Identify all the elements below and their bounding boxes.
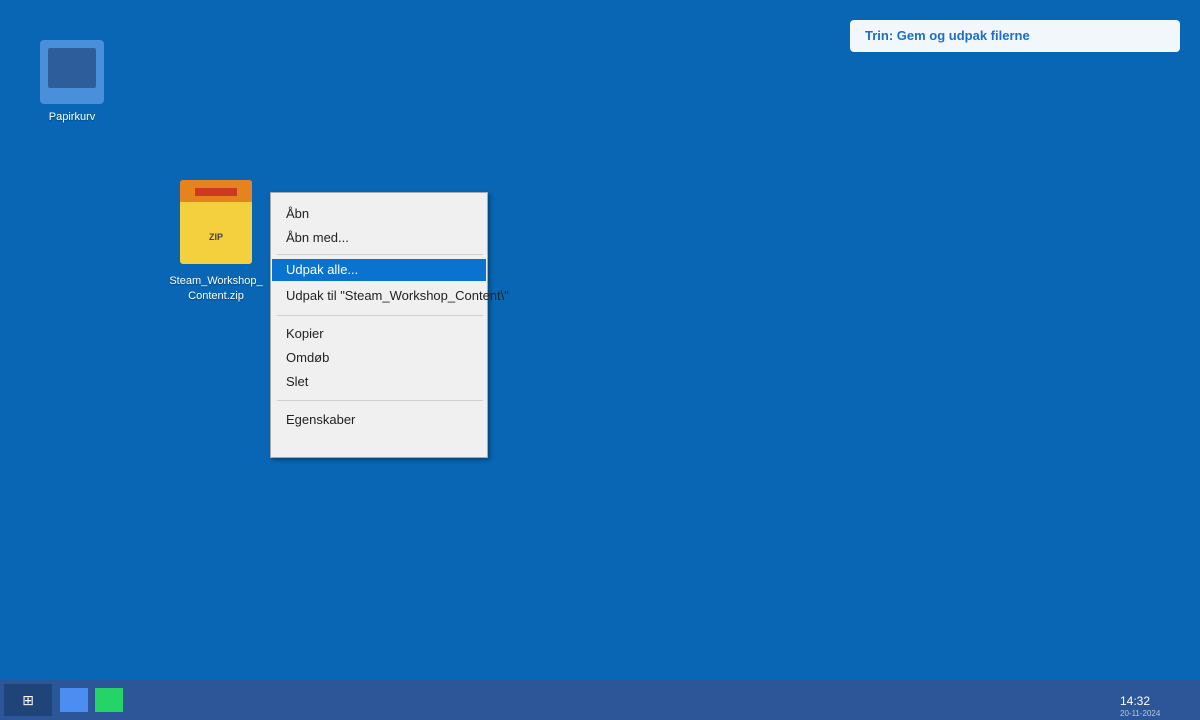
menu-item-extract-to[interactable]: Udpak til "Steam_Workshop_Content\" [272,285,509,307]
zip-file-icon: ZIP [180,180,252,264]
menu-item-copy[interactable]: Kopier [272,323,486,345]
recycle-bin-icon [40,40,104,104]
menu-separator [277,400,483,401]
zip-badge: ZIP [208,232,223,242]
taskbar: ⊞ 14:32 20-11-2024 [0,680,1200,720]
context-menu: Åbn Åbn med... Udpak alle... Udpak til "… [270,192,509,458]
clock-date: 20-11-2024 [1120,709,1161,718]
system-clock[interactable]: 14:32 20-11-2024 [1120,694,1160,720]
start-button[interactable]: ⊞ [4,684,52,716]
menu-item-extract-all[interactable]: Udpak alle... [272,259,486,281]
menu-separator [277,254,483,255]
menu-item-properties[interactable]: Egenskaber [272,409,486,431]
recycle-bin-label: Papirkurv [48,111,96,123]
menu-item-open[interactable]: Åbn [272,203,486,225]
clock-time: 14:32 [1120,694,1151,708]
zip-file-shortcut[interactable]: ZIP Steam_Workshop_ Content.zip [158,180,274,304]
step-banner: Trin: Gem og udpak filerne [850,20,1180,52]
menu-item-rename[interactable]: Omdøb [272,347,486,369]
menu-separator [277,315,483,316]
zip-file-label: Steam_Workshop_ Content.zip [169,275,263,302]
recycle-bin-shortcut[interactable]: Papirkurv [36,40,108,125]
menu-item-delete[interactable]: Slet [272,371,486,393]
app-blue-icon[interactable] [60,688,88,712]
menu-item-open-with[interactable]: Åbn med... [272,227,486,249]
app-green-icon[interactable] [95,688,123,712]
